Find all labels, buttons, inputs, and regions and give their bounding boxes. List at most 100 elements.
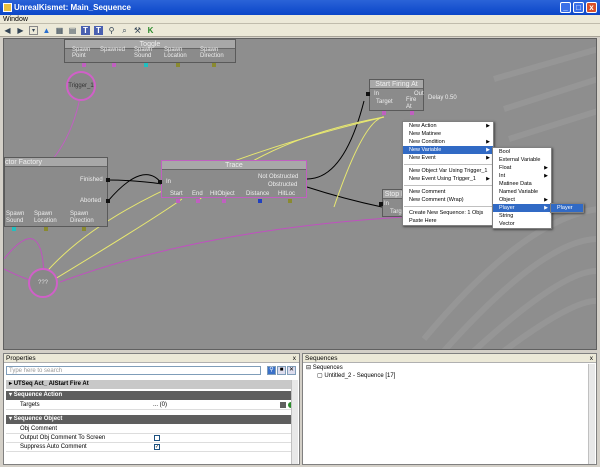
targets-label: Targets [20,402,40,408]
menu-separator [404,206,492,207]
kismet-canvas[interactable]: Toggle Spawn Point Spawned Spawn Sound S… [3,38,597,350]
menu-item-paste-here[interactable]: Paste Here [403,217,493,225]
menu-item-new-matinee[interactable]: New Matinee [403,130,493,138]
clear-icon[interactable]: ✕ [287,366,296,375]
dropdown-icon[interactable]: ▾ [29,25,38,35]
var-item-matinee-data[interactable]: Matinee Data [493,180,551,188]
var-item-named-variable[interactable]: Named Variable [493,188,551,196]
section-sequence-action[interactable]: ▾ Sequence Action [6,391,296,400]
menu-item-label: Named Variable [499,189,539,195]
menu-item-create-new-sequence-1-objs[interactable]: Create New Sequence: 1 Objs [403,209,493,217]
tool-icon[interactable]: ⚒ [133,26,142,35]
up-icon[interactable]: ▲ [42,26,51,35]
wire-trace-out1 [306,100,365,180]
zoom-icon[interactable]: ⌕ [120,26,129,35]
player-item-player[interactable]: Player [551,204,583,212]
selected-object-bar[interactable]: ▸ UTSeq Act_ AIStart Fire At [6,380,296,389]
toggle-pin-spawn-location: Spawn Location [164,47,187,59]
menu-window[interactable]: Window [3,16,28,23]
menu-item-new-variable[interactable]: New Variable ▶ [403,146,493,154]
toggle-pin-spawn-direction: Spawn Direction [200,47,224,59]
forward-icon[interactable]: ▶ [16,26,25,35]
minimize-button[interactable]: _ [560,2,571,13]
menu-item-new-event[interactable]: New Event ▶ [403,154,493,162]
start-firing-fireat-pin[interactable] [410,111,414,115]
text2-icon[interactable]: T [94,25,103,35]
var-item-object[interactable]: Object ▶ [493,196,551,204]
actor-factory-aborted-pin[interactable] [106,199,110,203]
actor-factory-pin-c[interactable] [82,227,86,231]
sequences-scrollbar[interactable] [588,364,595,464]
obj-comment-row[interactable]: Obj Comment [6,425,296,434]
toggle-pin4[interactable] [176,63,180,67]
wire-trace-out2 [306,186,383,208]
var-item-vector[interactable]: Vector [493,220,551,228]
actor-factory-pin-b[interactable] [44,227,48,231]
print-icon[interactable]: ▤ [68,26,77,35]
var-item-bool[interactable]: Bool [493,148,551,156]
stop-firing-in-pin[interactable] [379,202,383,206]
menu-item-new-comment-wrap[interactable]: New Comment (Wrap) [403,196,493,204]
text-icon[interactable]: T [81,25,90,35]
menu-item-new-action[interactable]: New Action ▶ [403,122,493,130]
search-icon[interactable]: ⚲ [107,26,116,35]
back-icon[interactable]: ◀ [3,26,12,35]
menu-bar: Window [0,15,600,24]
menu-item-new-object-var-using-trigger-1[interactable]: New Object Var Using Trigger_1 [403,167,493,175]
menu-item-label: Object [499,197,515,203]
toggle-pin5[interactable] [212,63,216,67]
output-comment-checkbox[interactable] [154,435,160,441]
menu-item-new-comment[interactable]: New Comment [403,188,493,196]
menu-separator [404,164,492,165]
start-firing-target-pin[interactable] [382,111,386,115]
toggle-out-pin[interactable] [82,63,86,67]
suppress-comment-row[interactable]: Suppress Auto Comment ✓ [6,443,296,452]
search-icon[interactable]: ⚲ [267,366,276,375]
trace-in-pin[interactable] [158,180,162,184]
submenu-arrow-icon: ▶ [544,197,548,203]
targets-row[interactable]: Targets ... (0) [6,401,296,410]
properties-close-button[interactable]: x [293,354,296,363]
var-item-int[interactable]: Int ▶ [493,172,551,180]
sequence-item[interactable]: ▢ Untitled_2 - Sequence [17] [317,372,395,380]
section-sequence-object[interactable]: ▾ Sequence Object [6,415,296,424]
maximize-button[interactable]: □ [573,2,584,13]
var-item-external-variable[interactable]: External Variable [493,156,551,164]
targets-remove-icon[interactable] [280,402,286,408]
toolbar: ◀ ▶ ▾ ▲ ▦ ▤ T T ⚲ ⌕ ⚒ K [0,24,600,37]
actor-factory-pin-a[interactable] [12,227,16,231]
var-item-player[interactable]: Player ▶ [493,204,551,212]
actor-factory-title: ctor Factory [5,158,107,167]
start-firing-in-pin[interactable] [366,92,370,96]
wire-pink2 [59,216,405,283]
actor-factory-finished-pin[interactable] [106,178,110,182]
sequences-panel: Sequences x ⊟ Sequences ▢ Untitled_2 - S… [302,353,597,465]
trace-pin-end-dot[interactable] [196,199,200,203]
trigger-variable[interactable]: Trigger_1 [66,71,96,101]
var-item-float[interactable]: Float ▶ [493,164,551,172]
output-comment-row[interactable]: Output Obj Comment To Screen [6,434,296,443]
menu-item-new-event-using-trigger-1[interactable]: New Event Using Trigger_1 ▶ [403,175,493,183]
close-button[interactable]: x [586,2,597,13]
properties-search-input[interactable]: Type here to search [6,366,261,375]
object-variable[interactable]: ??? [28,268,58,298]
trace-pin-start-dot[interactable] [176,199,180,203]
trace-pin-distance-dot[interactable] [258,199,262,203]
menu-item-label: New Action [409,123,437,129]
sequences-root[interactable]: ⊟ Sequences [306,364,343,372]
filter-icon[interactable]: ■ [277,366,286,375]
sequences-close-button[interactable]: x [590,354,593,363]
submenu-arrow-icon: ▶ [486,123,490,129]
trace-pin-hitloc-dot[interactable] [288,199,292,203]
toggle-pin2[interactable] [112,63,116,67]
suppress-comment-checkbox[interactable]: ✓ [154,444,160,450]
menu-item-label: New Variable [409,147,442,153]
trace-pin-hitobject-dot[interactable] [222,199,226,203]
submenu-arrow-icon: ▶ [486,176,490,182]
menu-item-new-condition[interactable]: New Condition ▶ [403,138,493,146]
var-item-string[interactable]: String [493,212,551,220]
toggle-pin3[interactable] [144,63,148,67]
open-icon[interactable]: ▦ [55,26,64,35]
k-icon[interactable]: K [146,26,155,35]
properties-scrollbar[interactable] [291,380,298,464]
